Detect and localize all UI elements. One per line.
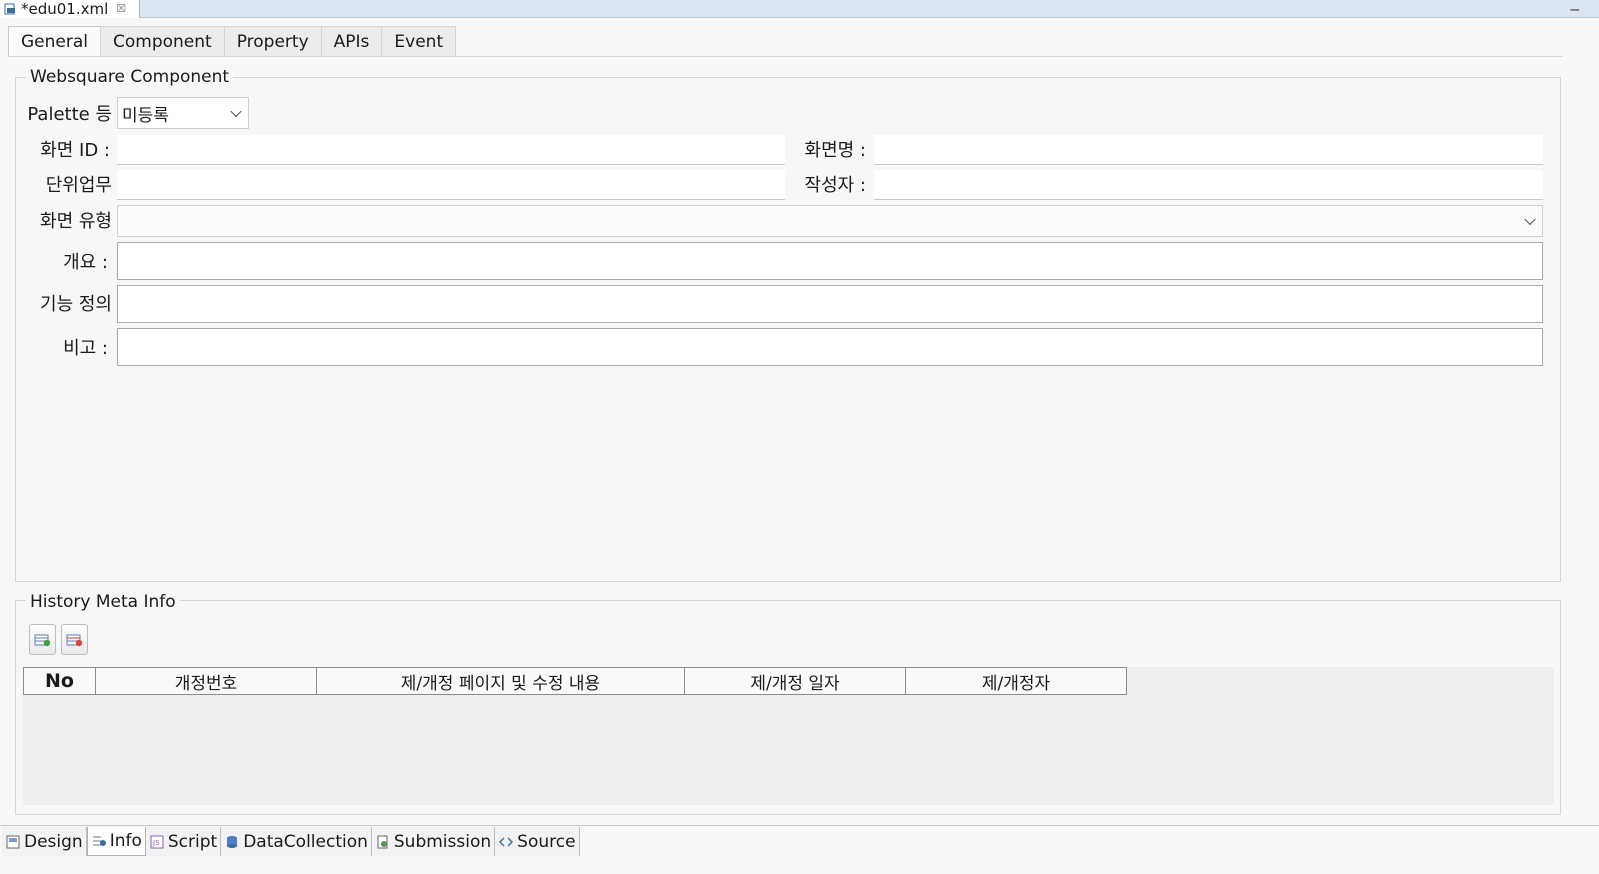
editor-file-tab[interactable]: *edu01.xml ☒ [0, 0, 140, 18]
bottom-tab-divider [0, 825, 1599, 826]
bottom-tab-datacollection-label: DataCollection [243, 831, 368, 852]
screen-type-label: 화면 유형 [40, 211, 112, 232]
script-icon: JS [150, 835, 164, 848]
chevron-down-icon [1524, 213, 1536, 226]
screen-name-label: 화면명 : [804, 140, 866, 161]
column-header-revision-date[interactable]: 제/개정 일자 [685, 667, 906, 695]
source-code-icon [499, 836, 514, 847]
history-meta-title: History Meta Info [26, 592, 180, 612]
xml-file-icon [4, 3, 15, 15]
function-definition-label: 기능 정의 [40, 294, 112, 315]
bottom-tab-design-label: Design [24, 831, 83, 852]
palette-label: Palette 등 [27, 104, 112, 125]
summary-input[interactable] [117, 242, 1543, 280]
summary-label: 개요 : [63, 252, 108, 273]
palette-select[interactable]: 미등록 [117, 97, 249, 129]
bottom-tab-script-label: Script [167, 831, 218, 852]
bottom-tab-datacollection[interactable]: DataCollection [221, 827, 372, 856]
tab-divider [8, 56, 1563, 57]
design-icon [6, 835, 20, 848]
tab-general[interactable]: General [8, 26, 101, 57]
tab-component[interactable]: Component [100, 26, 225, 57]
screen-type-select[interactable] [117, 205, 1543, 237]
bottom-tab-script[interactable]: JS Script [145, 827, 222, 856]
svg-text:JS: JS [152, 839, 160, 847]
history-table: No 개정번호 제/개정 페이지 및 수정 내용 제/개정 일자 제/개정자 [23, 667, 1554, 805]
bottom-tab-submission[interactable]: Submission [371, 827, 496, 856]
column-header-reviser[interactable]: 제/개정자 [906, 667, 1127, 695]
editor-file-name: *edu01.xml [21, 0, 109, 18]
column-header-revision-content[interactable]: 제/개정 페이지 및 수정 내용 [317, 667, 685, 695]
screen-name-input[interactable] [874, 135, 1543, 165]
screen-id-input[interactable] [117, 135, 785, 165]
bottom-tab-source-label: Source [517, 831, 576, 852]
bottom-tab-submission-label: Submission [393, 831, 492, 852]
editor-tab-strip [0, 0, 1599, 18]
column-header-revision-number[interactable]: 개정번호 [96, 667, 317, 695]
websquare-component-title: Websquare Component [26, 67, 234, 87]
bottom-tab-info-label: Info [109, 831, 142, 851]
tab-property[interactable]: Property [223, 26, 322, 57]
tab-bar: General Component Property APIs Event [8, 26, 457, 57]
tab-apis[interactable]: APIs [320, 26, 383, 57]
delete-row-icon [66, 634, 83, 646]
info-icon [92, 836, 106, 846]
unit-task-input[interactable] [117, 170, 785, 200]
bottom-tab-design[interactable]: Design [2, 827, 87, 856]
submission-icon [377, 835, 388, 848]
minimize-icon[interactable]: ▁ [1571, 0, 1579, 11]
author-input[interactable] [874, 170, 1543, 200]
remarks-input[interactable] [117, 328, 1543, 366]
column-header-no[interactable]: No [23, 667, 96, 695]
author-label: 작성자 : [804, 175, 866, 196]
screen-id-label: 화면 ID : [40, 140, 110, 161]
close-tab-icon[interactable]: ☒ [116, 0, 126, 18]
palette-select-value: 미등록 [122, 105, 169, 126]
bottom-tab-info[interactable]: Info [86, 827, 146, 856]
remarks-label: 비고 : [63, 338, 108, 359]
unit-task-label: 단위업무 [45, 175, 112, 196]
function-definition-input[interactable] [117, 285, 1543, 323]
history-table-header: No 개정번호 제/개정 페이지 및 수정 내용 제/개정 일자 제/개정자 [23, 667, 1127, 695]
bottom-tab-source[interactable]: Source [495, 827, 580, 856]
add-row-button[interactable] [29, 624, 56, 655]
bottom-tab-bar: Design Info JS Script DataCollection Sub… [2, 827, 580, 857]
add-row-icon [34, 634, 51, 646]
tab-event[interactable]: Event [381, 26, 457, 57]
delete-row-button[interactable] [61, 624, 88, 655]
database-icon [227, 835, 238, 848]
chevron-down-icon [230, 105, 242, 118]
